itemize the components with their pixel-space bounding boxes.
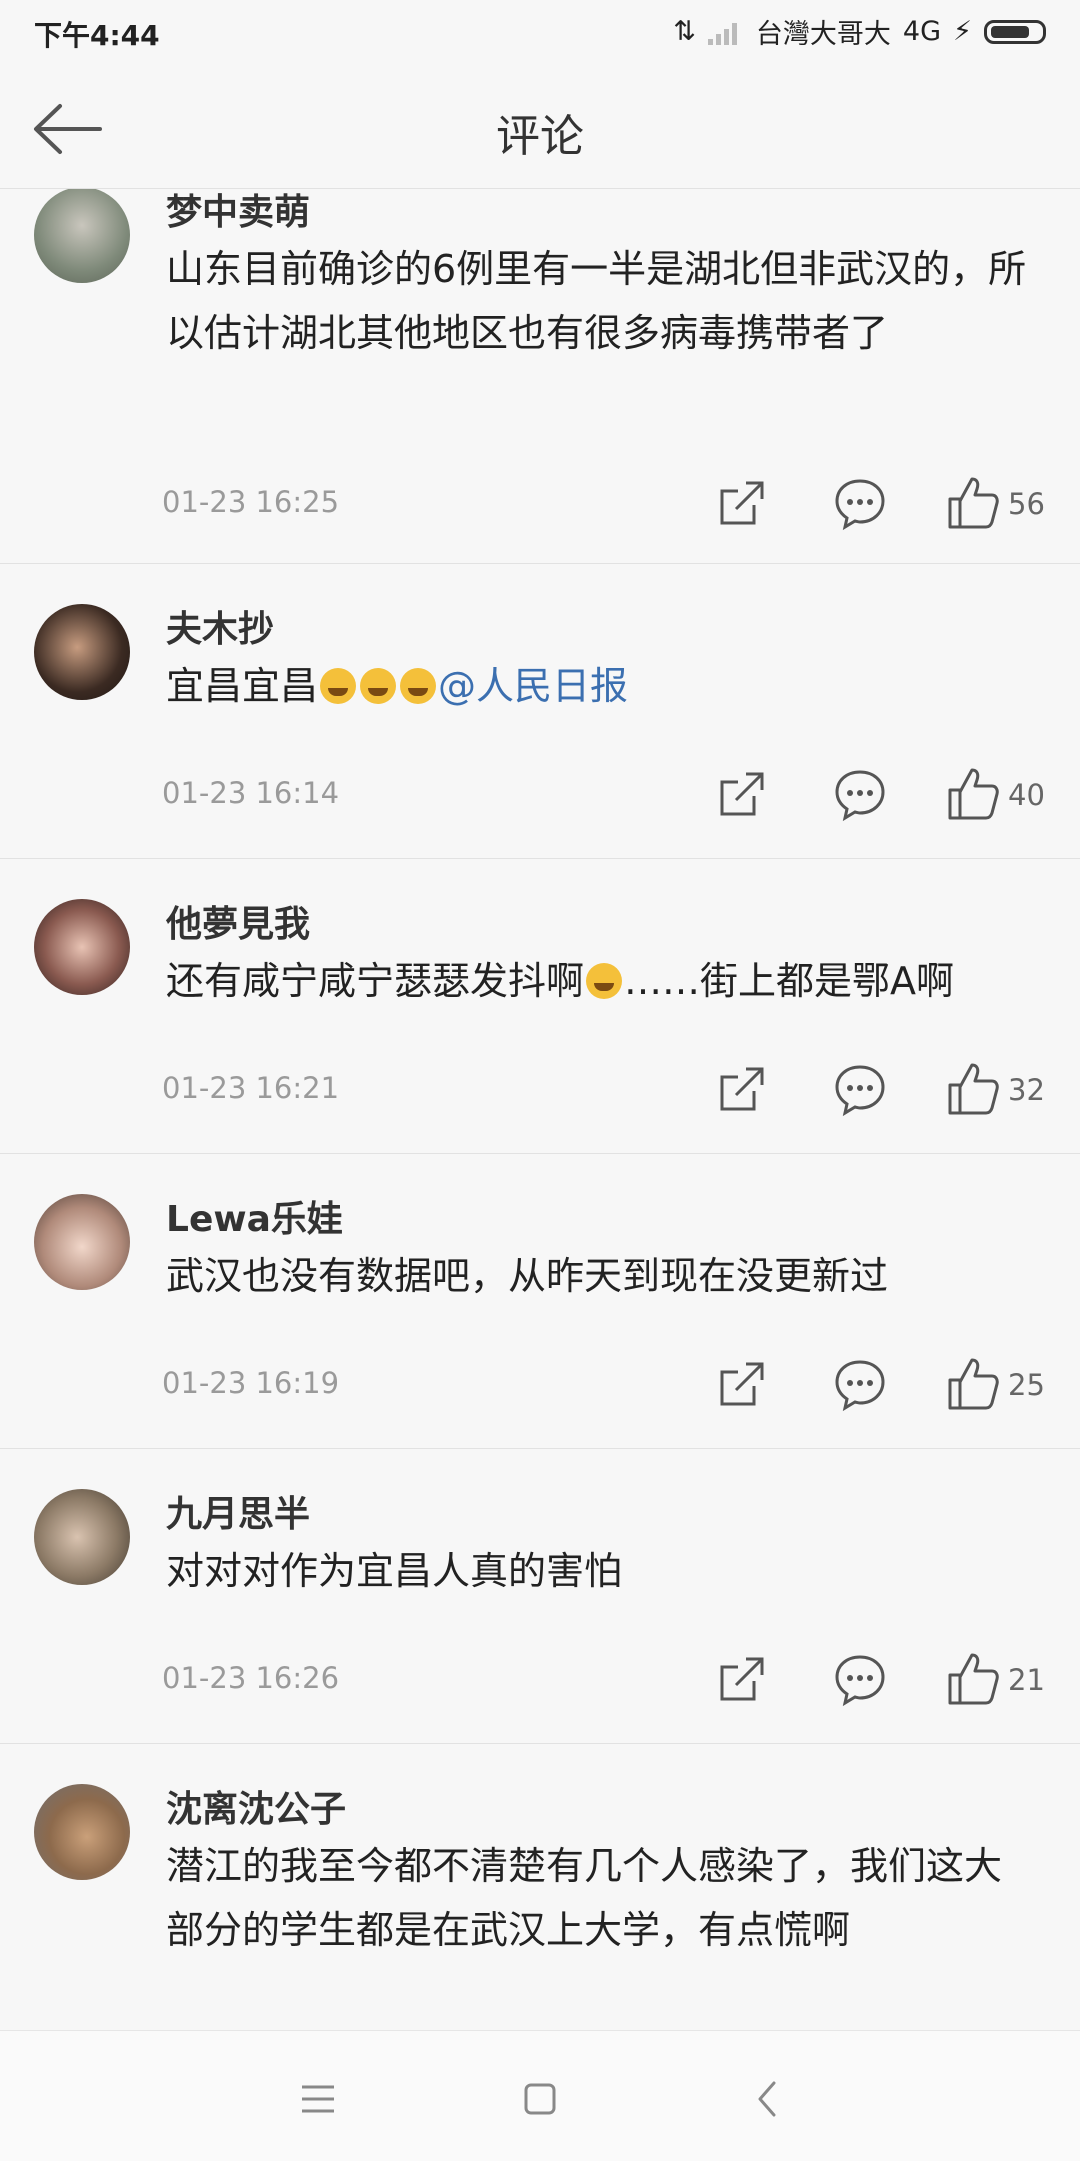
system-navigation-bar <box>0 2030 1080 2161</box>
page-title: 评论 <box>496 111 584 162</box>
comment-item: Lewa乐娃 武汉也没有数据吧，从昨天到现在没更新过 01-23 16:19 2… <box>0 1154 1080 1449</box>
comment-item: 沈离沈公子 潜江的我至今都不清楚有几个人感染了，我们这大部分的学生都是在武汉上大… <box>0 1744 1080 2029</box>
comment-text: 武汉也没有数据吧，从昨天到现在没更新过 <box>166 1254 889 1298</box>
comment-list[interactable]: 梦中卖萌 山东目前确诊的6例里有一半是湖北但非武汉的，所以估计湖北其他地区也有很… <box>0 189 1080 2029</box>
like-count: 21 <box>1008 1663 1045 1697</box>
navigation-bar: 评论 <box>0 66 1080 189</box>
comment-text-tail: ……街上都是鄂A啊 <box>624 959 955 1003</box>
comment-item: 梦中卖萌 山东目前确诊的6例里有一半是湖北但非武汉的，所以估计湖北其他地区也有很… <box>0 189 1080 564</box>
charging-icon: ⚡ <box>953 16 972 47</box>
comment-time: 01-23 16:21 <box>162 1071 340 1105</box>
comment-username[interactable]: 九月思半 <box>166 1485 310 1537</box>
mention-link[interactable]: @人民日报 <box>438 664 628 708</box>
reply-icon[interactable] <box>832 1356 888 1412</box>
share-icon[interactable] <box>714 1651 770 1707</box>
crying-emoji-icon <box>320 668 357 704</box>
signal-icon <box>707 22 737 45</box>
comment-text: 对对对作为宜昌人真的害怕 <box>166 1549 623 1593</box>
comment-meta: 01-23 16:25 56 <box>0 475 1080 535</box>
share-icon[interactable] <box>714 475 770 531</box>
comment-time: 01-23 16:25 <box>162 485 340 519</box>
comment-text: 宜昌宜昌 @人民日报 <box>166 654 1036 718</box>
comment-username[interactable]: 梦中卖萌 <box>166 189 310 235</box>
shivering-emoji-icon <box>586 963 623 999</box>
comment-text-body: 宜昌宜昌 <box>166 664 319 708</box>
battery-icon <box>984 19 1046 44</box>
like-icon[interactable] <box>946 1356 1002 1412</box>
like-count: 32 <box>1008 1073 1045 1107</box>
like-count: 40 <box>1008 778 1045 812</box>
comment-meta: 01-23 16:26 21 <box>0 1651 1080 1711</box>
avatar[interactable] <box>34 1784 130 1880</box>
avatar[interactable] <box>34 1194 130 1290</box>
carrier-name: 台灣大哥大 <box>755 19 891 50</box>
status-bar: 下午4:44 ⇅ 台灣大哥大 4G ⚡ <box>0 0 1080 66</box>
share-icon[interactable] <box>714 1356 770 1412</box>
comment-text: 潜江的我至今都不清楚有几个人感染了，我们这大部分的学生都是在武汉上大学，有点慌啊 <box>166 1844 1003 1952</box>
comment-text: 还有咸宁咸宁瑟瑟发抖啊 ……街上都是鄂A啊 <box>166 949 1036 1013</box>
menu-icon[interactable] <box>288 2069 348 2129</box>
avatar[interactable] <box>34 1489 130 1585</box>
crying-emoji-icon <box>400 668 437 704</box>
status-right-group: ⇅ 台灣大哥大 4G ⚡ <box>673 12 1046 51</box>
comment-text: 山东目前确诊的6例里有一半是湖北但非武汉的，所以估计湖北其他地区也有很多病毒携带… <box>166 247 1027 355</box>
reply-icon[interactable] <box>832 475 888 531</box>
comment-username[interactable]: 夫木抄 <box>166 600 274 652</box>
comment-item: 九月思半 对对对作为宜昌人真的害怕 01-23 16:26 21 <box>0 1449 1080 1744</box>
back-nav-icon[interactable] <box>738 2069 798 2129</box>
like-icon[interactable] <box>946 1061 1002 1117</box>
crying-emoji-icon <box>360 668 397 704</box>
comment-meta: 01-23 16:19 25 <box>0 1356 1080 1416</box>
data-transfer-icon: ⇅ <box>673 16 696 47</box>
share-icon[interactable] <box>714 766 770 822</box>
like-icon[interactable] <box>946 1651 1002 1707</box>
home-icon[interactable] <box>510 2069 570 2129</box>
comment-username[interactable]: 沈离沈公子 <box>166 1780 346 1832</box>
reply-icon[interactable] <box>832 766 888 822</box>
comment-username[interactable]: Lewa乐娃 <box>166 1190 343 1242</box>
status-time: 下午4:44 <box>34 19 160 52</box>
network-type: 4G <box>902 16 942 47</box>
reply-icon[interactable] <box>832 1061 888 1117</box>
comment-text-body: 还有咸宁咸宁瑟瑟发抖啊 <box>166 959 585 1003</box>
comment-meta: 01-23 16:21 32 <box>0 1061 1080 1121</box>
avatar[interactable] <box>34 189 130 283</box>
comment-meta: 01-23 16:14 40 <box>0 766 1080 826</box>
comment-time: 01-23 16:26 <box>162 1661 340 1695</box>
reply-icon[interactable] <box>832 1651 888 1707</box>
like-icon[interactable] <box>946 475 1002 531</box>
comment-username[interactable]: 他夢見我 <box>166 895 310 947</box>
comment-time: 01-23 16:19 <box>162 1366 340 1400</box>
comment-item: 夫木抄 宜昌宜昌 @人民日报 01-23 16:14 40 <box>0 564 1080 859</box>
avatar[interactable] <box>34 604 130 700</box>
like-count: 25 <box>1008 1368 1045 1402</box>
comment-time: 01-23 16:14 <box>162 776 340 810</box>
like-icon[interactable] <box>946 766 1002 822</box>
share-icon[interactable] <box>714 1061 770 1117</box>
avatar[interactable] <box>34 899 130 995</box>
like-count: 56 <box>1008 487 1045 521</box>
comment-item: 他夢見我 还有咸宁咸宁瑟瑟发抖啊 ……街上都是鄂A啊 01-23 16:21 32 <box>0 859 1080 1154</box>
